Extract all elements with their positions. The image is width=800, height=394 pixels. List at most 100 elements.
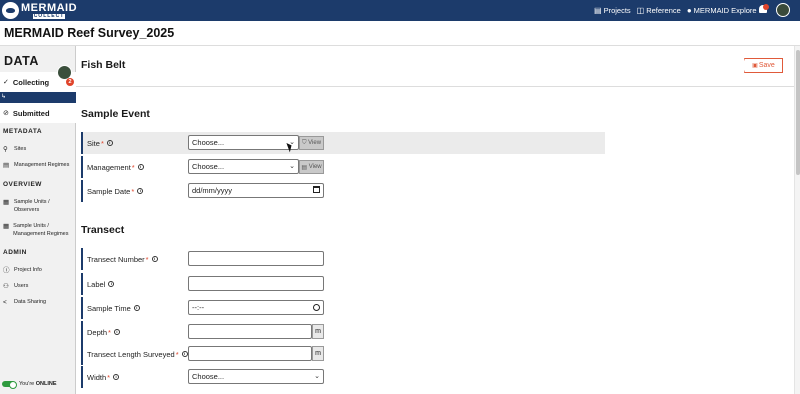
globe-icon: ● (686, 6, 692, 15)
depth-input[interactable] (188, 324, 312, 339)
info-icon[interactable]: i (181, 351, 188, 357)
notification-dot (763, 4, 769, 10)
site-label-text: Site (87, 138, 100, 148)
required-mark: * (108, 327, 111, 337)
width-label: Width * i (87, 372, 120, 382)
nav-explore-label: MERMAID Explore (693, 6, 757, 15)
info-icon[interactable]: i (108, 281, 115, 287)
page-scrollbar[interactable] (794, 46, 800, 394)
view-icon: ▤ (301, 164, 308, 171)
sidebar-item-label: Users (14, 283, 29, 289)
info-icon[interactable]: i (137, 188, 144, 194)
book-icon: ◫ (636, 6, 645, 15)
table-icon: ▦ (3, 223, 10, 230)
page-header: Fish Belt ▣ Save (76, 46, 794, 87)
sidebar-item-label: Sample Units / Management Regimes (13, 223, 69, 237)
transect-heading: Transect (81, 224, 125, 236)
sidebar-item-users[interactable]: ⚇ Users (3, 283, 75, 291)
transect-length-input[interactable] (188, 346, 312, 361)
users-icon: ⚇ (3, 283, 9, 290)
sidebar-heading-admin: ADMIN (3, 249, 27, 256)
share-icon: < (3, 299, 7, 306)
info-icon[interactable]: i (113, 329, 120, 335)
sidebar-item-label: Collecting (12, 77, 50, 87)
online-toggle[interactable] (2, 381, 17, 389)
management-row: Management * i Choose... ⌄ ▤ View (81, 156, 605, 178)
transect-length-row: Transect Length Surveyed * i m (81, 343, 605, 365)
mermaid-logo[interactable]: MERMAID COLLECT (2, 2, 77, 19)
page-title: Fish Belt (81, 59, 126, 71)
document-icon: ▤ (3, 162, 10, 169)
sample-time-value: --:-- (192, 303, 205, 312)
sample-event-heading: Sample Event (81, 108, 150, 120)
transect-number-label-text: Transect Number (87, 254, 145, 264)
nav-projects-label: Projects (603, 6, 631, 15)
required-mark: * (107, 372, 111, 382)
save-button[interactable]: ▣ Save (744, 58, 783, 73)
width-select[interactable]: Choose... ⌄ (188, 369, 324, 384)
required-mark: * (145, 254, 149, 264)
info-icon[interactable]: i (106, 140, 113, 146)
management-label: Management * i (87, 163, 144, 172)
site-view-label: View (308, 140, 322, 146)
sample-time-input[interactable]: --:-- (188, 300, 324, 315)
calendar-icon[interactable] (313, 186, 320, 193)
chevron-down-icon: ⌄ (289, 163, 295, 170)
link-icon: ↳ (1, 94, 7, 100)
sample-date-row: Sample Date * i dd/mm/yyyy (81, 180, 605, 202)
sidebar-item-sites[interactable]: ⚲ Sites (3, 146, 75, 154)
info-icon[interactable]: i (113, 374, 120, 380)
nav-links: ▤ Projects ◫ Reference ● MERMAID Explore (594, 0, 763, 21)
online-status[interactable]: You're ONLINE (0, 381, 57, 389)
sidebar-data-heading: DATA (4, 54, 39, 68)
scrollbar-thumb[interactable] (796, 50, 800, 175)
sidebar-item-units-management[interactable]: ▦ Sample Units / Management Regimes (3, 223, 75, 238)
transect-number-input[interactable] (188, 251, 324, 266)
notification-bell-icon[interactable] (757, 4, 769, 17)
info-icon[interactable]: i (137, 164, 144, 170)
user-avatar[interactable] (776, 3, 790, 17)
clock-icon[interactable] (313, 304, 320, 311)
table-icon: ▦ (3, 199, 10, 206)
sidebar-item-data-sharing[interactable]: < Data Sharing (3, 299, 75, 307)
view-icon: ⛉ (301, 139, 307, 146)
sample-date-label: Sample Date * i (87, 187, 144, 196)
info-icon[interactable]: i (151, 256, 158, 262)
transect-length-unit: m (312, 346, 324, 361)
nav-explore-link[interactable]: ● MERMAID Explore (687, 6, 757, 15)
depth-label: Depth * i (87, 328, 120, 337)
site-select[interactable]: Choose... ⌄ (188, 135, 299, 150)
nav-reference-label: Reference (646, 6, 681, 15)
site-label: Site * i (87, 139, 113, 148)
sidebar-item-project-info[interactable]: ⓘ Project Info (3, 267, 75, 275)
transect-length-label: Transect Length Surveyed * i (87, 350, 188, 359)
nav-reference-link[interactable]: ◫ Reference (637, 6, 681, 15)
management-select[interactable]: Choose... ⌄ (188, 159, 299, 174)
site-row: Site * i Choose... ⌄ ⛉ View (81, 132, 605, 154)
collecting-count-badge: 2 (66, 78, 74, 86)
sidebar-item-submitted[interactable]: ⊘ Submitted (0, 103, 76, 123)
site-select-value: Choose... (192, 138, 225, 147)
transect-number-row: Transect Number * i (81, 248, 605, 270)
transect-number-label: Transect Number * i (87, 255, 158, 264)
sidebar-item-management-regimes[interactable]: ▤ Management Regimes (3, 162, 75, 170)
nav-projects-link[interactable]: ▤ Projects (594, 6, 631, 15)
width-select-value: Choose... (192, 372, 225, 381)
depth-unit: m (312, 324, 324, 339)
sample-time-label: Sample Time i (87, 304, 140, 313)
save-label: Save (758, 62, 775, 69)
sidebar-item-units-observers[interactable]: ▦ Sample Units / Observers (3, 199, 75, 214)
sample-time-label-text: Sample Time (87, 303, 131, 313)
info-icon[interactable]: i (133, 305, 140, 311)
fish-logo-icon (2, 2, 19, 19)
label-input[interactable] (188, 276, 324, 291)
sample-date-input[interactable]: dd/mm/yyyy (188, 183, 324, 198)
check-circle-icon: ✓ (3, 79, 9, 86)
chevron-down-icon: ⌄ (314, 373, 320, 380)
online-status-text: ONLINE (35, 381, 57, 387)
management-view-button[interactable]: ▤ View (299, 160, 324, 174)
sidebar: DATA ✓ Collecting 2 ↳ ⊘ Submitted METADA… (0, 46, 76, 394)
check-circle-icon: ⊘ (3, 110, 9, 117)
site-view-button[interactable]: ⛉ View (299, 136, 324, 150)
width-label-text: Width (87, 372, 107, 382)
